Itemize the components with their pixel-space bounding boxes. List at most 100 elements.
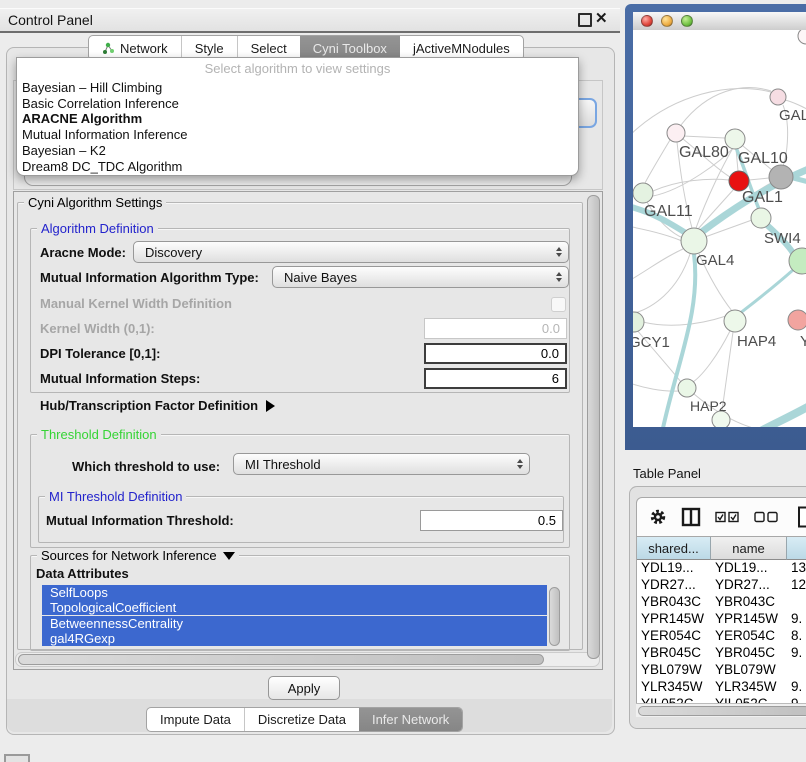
algorithm-option[interactable]: Bayesian – K2 — [17, 143, 578, 159]
attribute-item-selected[interactable]: SelfLoops — [42, 585, 547, 600]
control-panel-title: Control Panel — [8, 12, 93, 28]
node-unlabeled-top[interactable] — [798, 30, 806, 44]
manual-kernel-checkbox[interactable] — [551, 297, 566, 312]
node-gcy1[interactable] — [633, 312, 644, 332]
node-gal1-selected[interactable] — [729, 171, 749, 191]
node-gal80[interactable] — [667, 124, 685, 142]
gear-icon[interactable] — [649, 508, 667, 526]
tab-impute-data[interactable]: Impute Data — [147, 708, 244, 731]
node-label: GAL11 — [644, 203, 693, 220]
tab-label: Network — [120, 41, 168, 56]
column-header-name[interactable]: name — [711, 537, 787, 560]
dpi-tolerance-field[interactable]: 0.0 — [424, 343, 567, 364]
table-row[interactable]: YER054CYER054C8. — [637, 628, 806, 645]
table-row[interactable]: YDR27...YDR27...12 — [637, 577, 806, 594]
node-label: SWI4 — [764, 230, 801, 247]
select-all-checkboxes-icon[interactable] — [715, 511, 740, 523]
hub-definition-expander[interactable]: Hub/Transcription Factor Definition — [40, 398, 275, 413]
manual-kernel-label: Manual Kernel Width Definition — [40, 296, 232, 311]
float-window-icon[interactable] — [578, 13, 592, 27]
attribute-list-scrollbar[interactable] — [549, 587, 560, 646]
tab-label: Infer Network — [372, 712, 449, 727]
algorithm-option-highlighted[interactable]: ARACNE Algorithm — [17, 111, 578, 127]
node-hap4[interactable] — [724, 310, 746, 332]
algorithm-definition-title: Algorithm Definition — [37, 221, 158, 236]
attribute-item-selected[interactable]: gal4RGexp — [42, 631, 547, 646]
data-attributes-label: Data Attributes — [36, 566, 129, 581]
deselect-all-checkboxes-icon[interactable] — [754, 511, 779, 523]
node-label: GAL10 — [738, 150, 788, 167]
node-gal4[interactable] — [681, 228, 707, 254]
table-row[interactable]: YBR043CYBR043C — [637, 594, 806, 611]
algorithm-option[interactable]: Basic Correlation Inference — [17, 96, 578, 112]
tab-discretize-data[interactable]: Discretize Data — [244, 708, 359, 731]
table-row[interactable]: YDL19...YDL19...13 — [637, 560, 806, 577]
sources-title: Sources for Network Inference — [41, 548, 217, 563]
table-row[interactable]: YBL079WYBL079W — [637, 662, 806, 679]
node-gal11[interactable] — [633, 183, 653, 203]
mi-threshold-field[interactable]: 0.5 — [420, 510, 563, 531]
algorithm-option[interactable]: Dream8 DC_TDC Algorithm — [17, 159, 578, 175]
zoom-traffic-light-icon[interactable] — [681, 15, 693, 27]
stepper-icon — [556, 272, 562, 282]
close-icon[interactable]: ✕ — [595, 9, 608, 27]
table-row[interactable]: YPR145WYPR145W9. — [637, 611, 806, 628]
node-gal-partial[interactable] — [770, 89, 786, 105]
tab-infer-network[interactable]: Infer Network — [359, 708, 462, 731]
node-gray[interactable] — [769, 165, 793, 189]
mi-steps-label: Mutual Information Steps: — [40, 371, 200, 386]
node-salmon[interactable] — [788, 310, 806, 330]
network-window-titlebar[interactable] — [633, 12, 806, 31]
algorithm-dropdown-popup: Select algorithm to view settings Bayesi… — [16, 57, 579, 176]
tab-label: Discretize Data — [258, 712, 346, 727]
mi-type-label: Mutual Information Algorithm Type: — [40, 270, 259, 285]
table-hscroll-track[interactable] — [636, 703, 806, 717]
columns-icon[interactable] — [681, 507, 701, 527]
tab-label: Impute Data — [160, 712, 231, 727]
node-label: Y — [800, 333, 806, 350]
table-row[interactable]: YBR045CYBR045C9. — [637, 645, 806, 662]
attribute-item-selected[interactable]: BetweennessCentrality — [42, 616, 547, 631]
node-label: HAP2 — [690, 398, 727, 414]
which-threshold-label: Which threshold to use: — [72, 459, 220, 474]
table-row-partial[interactable]: YIL052CYIL052C9 — [637, 696, 806, 703]
dpi-tolerance-label: DPI Tolerance [0,1]: — [40, 346, 160, 361]
attribute-item-selected[interactable]: TopologicalCoefficient — [42, 600, 547, 615]
apply-button[interactable]: Apply — [268, 676, 340, 700]
algorithm-option[interactable]: Mutual Information Inference — [17, 127, 578, 143]
new-file-icon[interactable] — [797, 506, 806, 528]
algorithm-option[interactable]: Bayesian – Hill Climbing — [17, 80, 578, 96]
node-label: GAL — [779, 107, 806, 124]
mi-threshold-label: Mutual Information Threshold: — [46, 513, 234, 528]
table-header-row: shared... name — [637, 537, 806, 560]
threshold-definition-title: Threshold Definition — [37, 427, 161, 442]
settings-horizontal-scrollbar[interactable] — [18, 654, 544, 665]
tab-label: Select — [251, 41, 287, 56]
sources-title-row[interactable]: Sources for Network Inference — [37, 548, 239, 563]
control-panel-titlebar: Control Panel — [0, 8, 620, 33]
tab-label: Cyni Toolbox — [313, 41, 387, 56]
expand-arrow-icon — [266, 400, 275, 412]
node-hap2[interactable] — [678, 379, 696, 397]
settings-vertical-scrollbar[interactable] — [587, 195, 600, 659]
close-traffic-light-icon[interactable] — [641, 15, 653, 27]
network-view-canvas[interactable]: GAL GAL80 GAL10 GAL1 GAL11 SWI4 GAL4 HAP… — [633, 30, 806, 427]
minimize-traffic-light-icon[interactable] — [661, 15, 673, 27]
node-table: shared... name YDL19...YDL19...13 YDR27.… — [636, 537, 806, 703]
column-header-partial[interactable] — [787, 537, 806, 560]
mi-steps-field[interactable]: 6 — [424, 368, 567, 389]
mi-type-select[interactable]: Naive Bayes — [272, 266, 569, 288]
aracne-mode-select[interactable]: Discovery — [133, 241, 569, 263]
algorithm-placeholder: Select algorithm to view settings — [17, 58, 578, 80]
kernel-width-field: 0.0 — [424, 318, 567, 339]
tab-label: jActiveMNodules — [413, 41, 510, 56]
node-swi4[interactable] — [751, 208, 771, 228]
collapsed-panel-button[interactable] — [4, 754, 30, 762]
which-threshold-select[interactable]: MI Threshold — [233, 453, 530, 475]
node-label: GAL80 — [679, 144, 729, 161]
table-toolbar — [636, 497, 806, 537]
table-row[interactable]: YLR345WYLR345W9. — [637, 679, 806, 696]
node-label: HAP4 — [737, 333, 776, 350]
column-header-shared[interactable]: shared... — [637, 537, 711, 560]
table-horizontal-scrollbar[interactable] — [638, 706, 806, 716]
